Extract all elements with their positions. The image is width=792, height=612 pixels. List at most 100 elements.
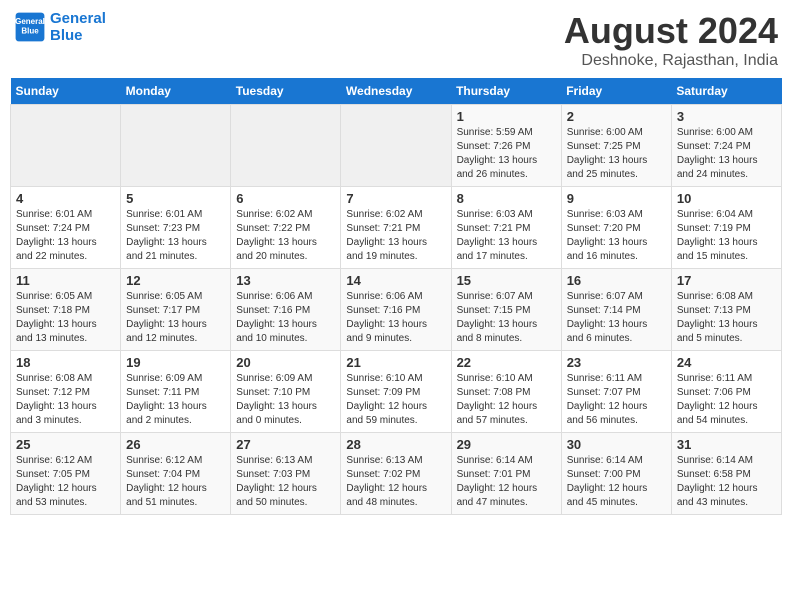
calendar-cell: 9Sunrise: 6:03 AM Sunset: 7:20 PM Daylig… xyxy=(561,187,671,269)
calendar-cell: 11 Sunrise: 6:05 AM Sunset: 7:18 PM Dayli… xyxy=(11,269,121,351)
day-info: Sunrise: 6:00 AM Sunset: 7:24 PM Dayligh… xyxy=(677,126,776,182)
calendar-table: SundayMondayTuesdayWednesdayThursdayFrid… xyxy=(10,78,782,515)
day-info: Sunrise: 6:06 AM Sunset: 7:16 PM Dayligh… xyxy=(236,290,335,346)
day-number: 5 xyxy=(126,191,225,206)
day-info: Sunrise: 6:01 AM Sunset: 7:24 PM Dayligh… xyxy=(16,208,115,264)
day-number: 17 xyxy=(677,273,776,288)
day-info: Sunrise: 6:03 AM Sunset: 7:20 PM Dayligh… xyxy=(567,208,666,264)
calendar-cell: 1Sunrise: 5:59 AM Sunset: 7:26 PM Daylig… xyxy=(451,105,561,187)
day-number: 21 xyxy=(346,355,445,370)
day-info: Sunrise: 6:14 AM Sunset: 7:01 PM Dayligh… xyxy=(457,454,556,510)
day-number: 22 xyxy=(457,355,556,370)
calendar-cell: 6Sunrise: 6:02 AM Sunset: 7:22 PM Daylig… xyxy=(231,187,341,269)
day-info: Sunrise: 6:12 AM Sunset: 7:04 PM Dayligh… xyxy=(126,454,225,510)
day-info: Sunrise: 6:09 AM Sunset: 7:11 PM Dayligh… xyxy=(126,372,225,428)
day-info: Sunrise: 6:08 AM Sunset: 7:12 PM Dayligh… xyxy=(16,372,115,428)
day-number: 19 xyxy=(126,355,225,370)
calendar-cell: 20 Sunrise: 6:09 AM Sunset: 7:10 PM Dayli… xyxy=(231,351,341,433)
day-number: 1 xyxy=(457,109,556,124)
logo: General Blue General Blue xyxy=(14,10,106,44)
day-number: 29 xyxy=(457,437,556,452)
day-info: Sunrise: 6:04 AM Sunset: 7:19 PM Dayligh… xyxy=(677,208,776,264)
day-info: Sunrise: 6:07 AM Sunset: 7:14 PM Dayligh… xyxy=(567,290,666,346)
svg-text:General: General xyxy=(15,17,45,26)
day-info: Sunrise: 6:13 AM Sunset: 7:03 PM Dayligh… xyxy=(236,454,335,510)
calendar-cell: 4 Sunrise: 6:01 AM Sunset: 7:24 PM Daylig… xyxy=(11,187,121,269)
calendar-cell: 19 Sunrise: 6:09 AM Sunset: 7:11 PM Dayli… xyxy=(121,351,231,433)
calendar-cell: 14Sunrise: 6:06 AM Sunset: 7:16 PM Dayli… xyxy=(341,269,451,351)
day-info: Sunrise: 6:11 AM Sunset: 7:07 PM Dayligh… xyxy=(567,372,666,428)
page-subtitle: Deshnoke, Rajasthan, India xyxy=(564,52,778,70)
day-number: 11 xyxy=(16,273,115,288)
day-info: Sunrise: 6:02 AM Sunset: 7:22 PM Dayligh… xyxy=(236,208,335,264)
calendar-cell: 21 Sunrise: 6:10 AM Sunset: 7:09 PM Dayli… xyxy=(341,351,451,433)
calendar-header-row: SundayMondayTuesdayWednesdayThursdayFrid… xyxy=(11,78,782,105)
day-number: 23 xyxy=(567,355,666,370)
day-info: Sunrise: 6:07 AM Sunset: 7:15 PM Dayligh… xyxy=(457,290,556,346)
logo-text: General xyxy=(50,10,106,27)
calendar-cell: 5 Sunrise: 6:01 AM Sunset: 7:23 PM Daylig… xyxy=(121,187,231,269)
day-header: Sunday xyxy=(11,78,121,105)
calendar-cell: 17 Sunrise: 6:08 AM Sunset: 7:13 PM Dayli… xyxy=(671,269,781,351)
day-number: 27 xyxy=(236,437,335,452)
day-number: 10 xyxy=(677,191,776,206)
day-info: Sunrise: 6:08 AM Sunset: 7:13 PM Dayligh… xyxy=(677,290,776,346)
day-number: 18 xyxy=(16,355,115,370)
calendar-cell xyxy=(11,105,121,187)
day-number: 13 xyxy=(236,273,335,288)
day-number: 25 xyxy=(16,437,115,452)
day-header: Wednesday xyxy=(341,78,451,105)
day-info: Sunrise: 6:14 AM Sunset: 7:00 PM Dayligh… xyxy=(567,454,666,510)
calendar-cell: 25 Sunrise: 6:12 AM Sunset: 7:05 PM Dayli… xyxy=(11,433,121,515)
day-number: 20 xyxy=(236,355,335,370)
calendar-cell: 27 Sunrise: 6:13 AM Sunset: 7:03 PM Dayli… xyxy=(231,433,341,515)
calendar-week-row: 25 Sunrise: 6:12 AM Sunset: 7:05 PM Dayli… xyxy=(11,433,782,515)
day-info: Sunrise: 6:10 AM Sunset: 7:08 PM Dayligh… xyxy=(457,372,556,428)
day-number: 14 xyxy=(346,273,445,288)
calendar-cell xyxy=(341,105,451,187)
calendar-cell: 30 Sunrise: 6:14 AM Sunset: 7:00 PM Dayli… xyxy=(561,433,671,515)
day-number: 4 xyxy=(16,191,115,206)
day-number: 30 xyxy=(567,437,666,452)
day-info: Sunrise: 6:03 AM Sunset: 7:21 PM Dayligh… xyxy=(457,208,556,264)
calendar-cell: 31Sunrise: 6:14 AM Sunset: 6:58 PM Dayli… xyxy=(671,433,781,515)
calendar-cell: 2 Sunrise: 6:00 AM Sunset: 7:25 PM Daylig… xyxy=(561,105,671,187)
calendar-cell: 8 Sunrise: 6:03 AM Sunset: 7:21 PM Daylig… xyxy=(451,187,561,269)
calendar-cell xyxy=(121,105,231,187)
calendar-cell: 7 Sunrise: 6:02 AM Sunset: 7:21 PM Daylig… xyxy=(341,187,451,269)
day-info: Sunrise: 6:00 AM Sunset: 7:25 PM Dayligh… xyxy=(567,126,666,182)
day-number: 8 xyxy=(457,191,556,206)
day-number: 28 xyxy=(346,437,445,452)
title-block: August 2024 Deshnoke, Rajasthan, India xyxy=(564,10,778,70)
svg-text:Blue: Blue xyxy=(21,26,39,35)
day-info: Sunrise: 6:09 AM Sunset: 7:10 PM Dayligh… xyxy=(236,372,335,428)
page-title: August 2024 xyxy=(564,10,778,52)
calendar-cell: 29 Sunrise: 6:14 AM Sunset: 7:01 PM Dayli… xyxy=(451,433,561,515)
day-number: 7 xyxy=(346,191,445,206)
day-number: 12 xyxy=(126,273,225,288)
day-header: Friday xyxy=(561,78,671,105)
day-header: Tuesday xyxy=(231,78,341,105)
day-info: Sunrise: 6:05 AM Sunset: 7:18 PM Dayligh… xyxy=(16,290,115,346)
calendar-cell: 3 Sunrise: 6:00 AM Sunset: 7:24 PM Daylig… xyxy=(671,105,781,187)
calendar-cell: 18 Sunrise: 6:08 AM Sunset: 7:12 PM Dayli… xyxy=(11,351,121,433)
day-info: Sunrise: 6:10 AM Sunset: 7:09 PM Dayligh… xyxy=(346,372,445,428)
day-info: Sunrise: 6:05 AM Sunset: 7:17 PM Dayligh… xyxy=(126,290,225,346)
day-number: 3 xyxy=(677,109,776,124)
day-number: 2 xyxy=(567,109,666,124)
logo-icon: General Blue xyxy=(14,11,46,43)
calendar-cell: 26Sunrise: 6:12 AM Sunset: 7:04 PM Dayli… xyxy=(121,433,231,515)
calendar-cell: 10 Sunrise: 6:04 AM Sunset: 7:19 PM Dayli… xyxy=(671,187,781,269)
calendar-cell: 16Sunrise: 6:07 AM Sunset: 7:14 PM Dayli… xyxy=(561,269,671,351)
day-info: Sunrise: 6:12 AM Sunset: 7:05 PM Dayligh… xyxy=(16,454,115,510)
calendar-cell: 15Sunrise: 6:07 AM Sunset: 7:15 PM Dayli… xyxy=(451,269,561,351)
header: General Blue General Blue August 2024 De… xyxy=(10,10,782,70)
day-info: Sunrise: 6:11 AM Sunset: 7:06 PM Dayligh… xyxy=(677,372,776,428)
day-info: Sunrise: 6:02 AM Sunset: 7:21 PM Dayligh… xyxy=(346,208,445,264)
calendar-cell: 22 Sunrise: 6:10 AM Sunset: 7:08 PM Dayli… xyxy=(451,351,561,433)
calendar-week-row: 4 Sunrise: 6:01 AM Sunset: 7:24 PM Daylig… xyxy=(11,187,782,269)
day-header: Monday xyxy=(121,78,231,105)
day-info: Sunrise: 6:01 AM Sunset: 7:23 PM Dayligh… xyxy=(126,208,225,264)
calendar-cell: 12 Sunrise: 6:05 AM Sunset: 7:17 PM Dayli… xyxy=(121,269,231,351)
day-info: Sunrise: 6:13 AM Sunset: 7:02 PM Dayligh… xyxy=(346,454,445,510)
